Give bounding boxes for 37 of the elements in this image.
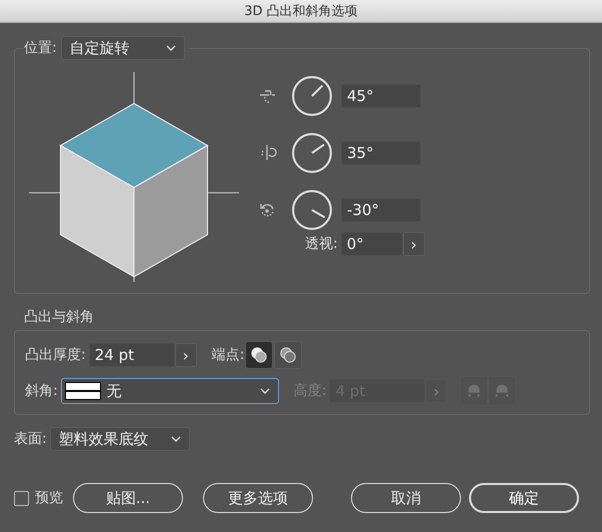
- angle-field[interactable]: 35°: [341, 140, 421, 164]
- dialog-button[interactable]: 取消: [351, 483, 461, 513]
- window-title: 3D 凸出和斜角选项: [244, 3, 358, 20]
- rotation-dial[interactable]: [291, 188, 333, 230]
- angle-field[interactable]: -30°: [341, 198, 421, 222]
- cap-label: 端点:: [212, 346, 244, 364]
- depth-field[interactable]: 24 pt: [88, 343, 175, 367]
- depth-label: 凸出厚度:: [25, 346, 86, 364]
- depth-stepper[interactable]: ›: [174, 343, 197, 367]
- cap-off-button[interactable]: [274, 341, 302, 369]
- perspective-stepper[interactable]: ›: [402, 232, 425, 256]
- bevel-label: 斜角:: [25, 382, 58, 400]
- bevel-side-icon: [493, 382, 512, 400]
- ok-button[interactable]: 确定: [469, 483, 579, 513]
- bevel-swatch-icon: [64, 382, 101, 400]
- perspective-label: 透视:: [305, 235, 338, 253]
- preview-label: 预览: [35, 489, 63, 507]
- rotation-dial[interactable]: [291, 74, 333, 116]
- bevel-value: 无: [106, 382, 122, 400]
- chevron-icon: [260, 388, 270, 394]
- cap-circles-icon: [279, 346, 298, 364]
- dialog-button[interactable]: 更多选项: [203, 483, 313, 513]
- chevron-icon: [166, 45, 176, 51]
- position-label: 位置:: [24, 39, 57, 57]
- angle-field[interactable]: 45°: [341, 84, 421, 108]
- bevel-dropdown[interactable]: 无: [60, 378, 279, 404]
- surface-label: 表面:: [14, 430, 47, 448]
- dialog-button[interactable]: 贴图...: [73, 483, 183, 513]
- preview-checkbox[interactable]: [14, 490, 29, 506]
- cap-on-button[interactable]: [245, 341, 274, 369]
- cap-circles-icon: [250, 346, 268, 364]
- extrude-section-title: 凸出与斜角: [24, 308, 95, 326]
- perspective-field[interactable]: 0°: [340, 232, 403, 256]
- chevron-icon: [170, 436, 181, 442]
- rotation-dial[interactable]: [291, 132, 333, 174]
- position-dropdown[interactable]: 自定旋转: [60, 36, 185, 60]
- surface-dropdown[interactable]: 塑料效果底纹: [50, 427, 190, 451]
